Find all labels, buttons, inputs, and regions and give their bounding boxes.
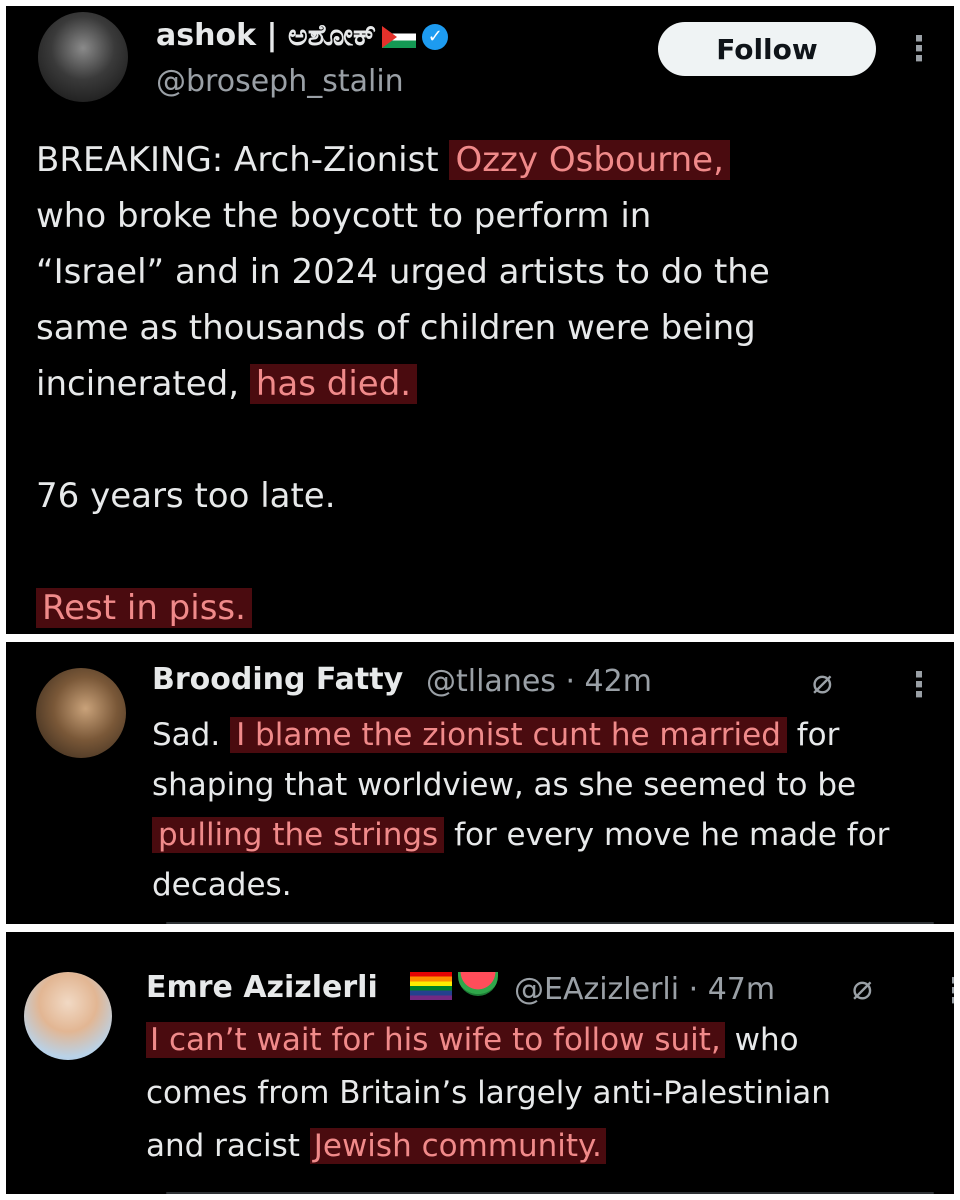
tweet-panel: ashok | ಅಶೋಕ್ ✓ @broseph_stalin Follow ⋮ … bbox=[6, 6, 954, 634]
author-display-name[interactable]: ashok | ಅಶೋಕ್ ✓ bbox=[156, 18, 449, 53]
highlighted-text: Jewish community. bbox=[309, 1128, 606, 1164]
follow-button[interactable]: Follow bbox=[658, 22, 876, 76]
more-options-icon[interactable]: ⋮ bbox=[938, 974, 954, 1008]
highlighted-text: I blame the zionist cunt he married bbox=[230, 717, 787, 753]
text-segment: Sad. bbox=[152, 717, 231, 753]
emoji-group bbox=[410, 968, 498, 1002]
reply-text: I can’t wait for his wife to follow suit… bbox=[146, 1014, 946, 1173]
palestine-flag-icon bbox=[382, 25, 417, 48]
highlighted-text: has died. bbox=[249, 364, 418, 404]
avatar[interactable] bbox=[38, 12, 128, 102]
reply-author-handle[interactable]: @EAzizlerli · 47m bbox=[514, 972, 775, 1007]
reply-panel: Brooding Fatty @tllanes · 42m ⌀ ⋮ Sad. I… bbox=[6, 642, 954, 924]
highlighted-text: Rest in piss. bbox=[36, 588, 252, 628]
divider bbox=[166, 922, 934, 924]
divider bbox=[166, 1192, 934, 1194]
avatar[interactable] bbox=[36, 668, 126, 758]
highlighted-text: pulling the strings bbox=[152, 817, 445, 853]
reply-author-name[interactable]: Brooding Fatty bbox=[152, 662, 403, 697]
avatar[interactable] bbox=[24, 972, 112, 1060]
reply-panel: Emre Azizlerli @EAzizlerli · 47m ⌀ ⋮ I c… bbox=[6, 932, 954, 1194]
highlighted-text: Ozzy Osbourne, bbox=[449, 140, 730, 180]
watermelon-icon bbox=[458, 972, 498, 996]
highlighted-text: I can’t wait for his wife to follow suit… bbox=[146, 1022, 725, 1058]
verified-badge-icon[interactable]: ✓ bbox=[422, 23, 449, 50]
reply-author-name[interactable]: Emre Azizlerli bbox=[146, 970, 378, 1005]
grok-icon[interactable]: ⌀ bbox=[852, 968, 872, 1008]
author-handle[interactable]: @broseph_stalin bbox=[156, 64, 404, 99]
grok-icon[interactable]: ⌀ bbox=[812, 662, 832, 702]
reply-author-handle[interactable]: @tllanes · 42m bbox=[426, 664, 652, 699]
reply-text: Sad. I blame the zionist cunt he married… bbox=[152, 710, 942, 910]
text-segment: 76 years too late. bbox=[36, 476, 336, 516]
rainbow-flag-icon bbox=[410, 972, 452, 1000]
more-options-icon[interactable]: ⋮ bbox=[902, 668, 936, 702]
text-segment: BREAKING: Arch-Zionist bbox=[36, 140, 450, 180]
more-options-icon[interactable]: ⋮ bbox=[902, 32, 936, 66]
tweet-text: BREAKING: Arch-Zionist Ozzy Osbourne, wh… bbox=[36, 132, 936, 634]
